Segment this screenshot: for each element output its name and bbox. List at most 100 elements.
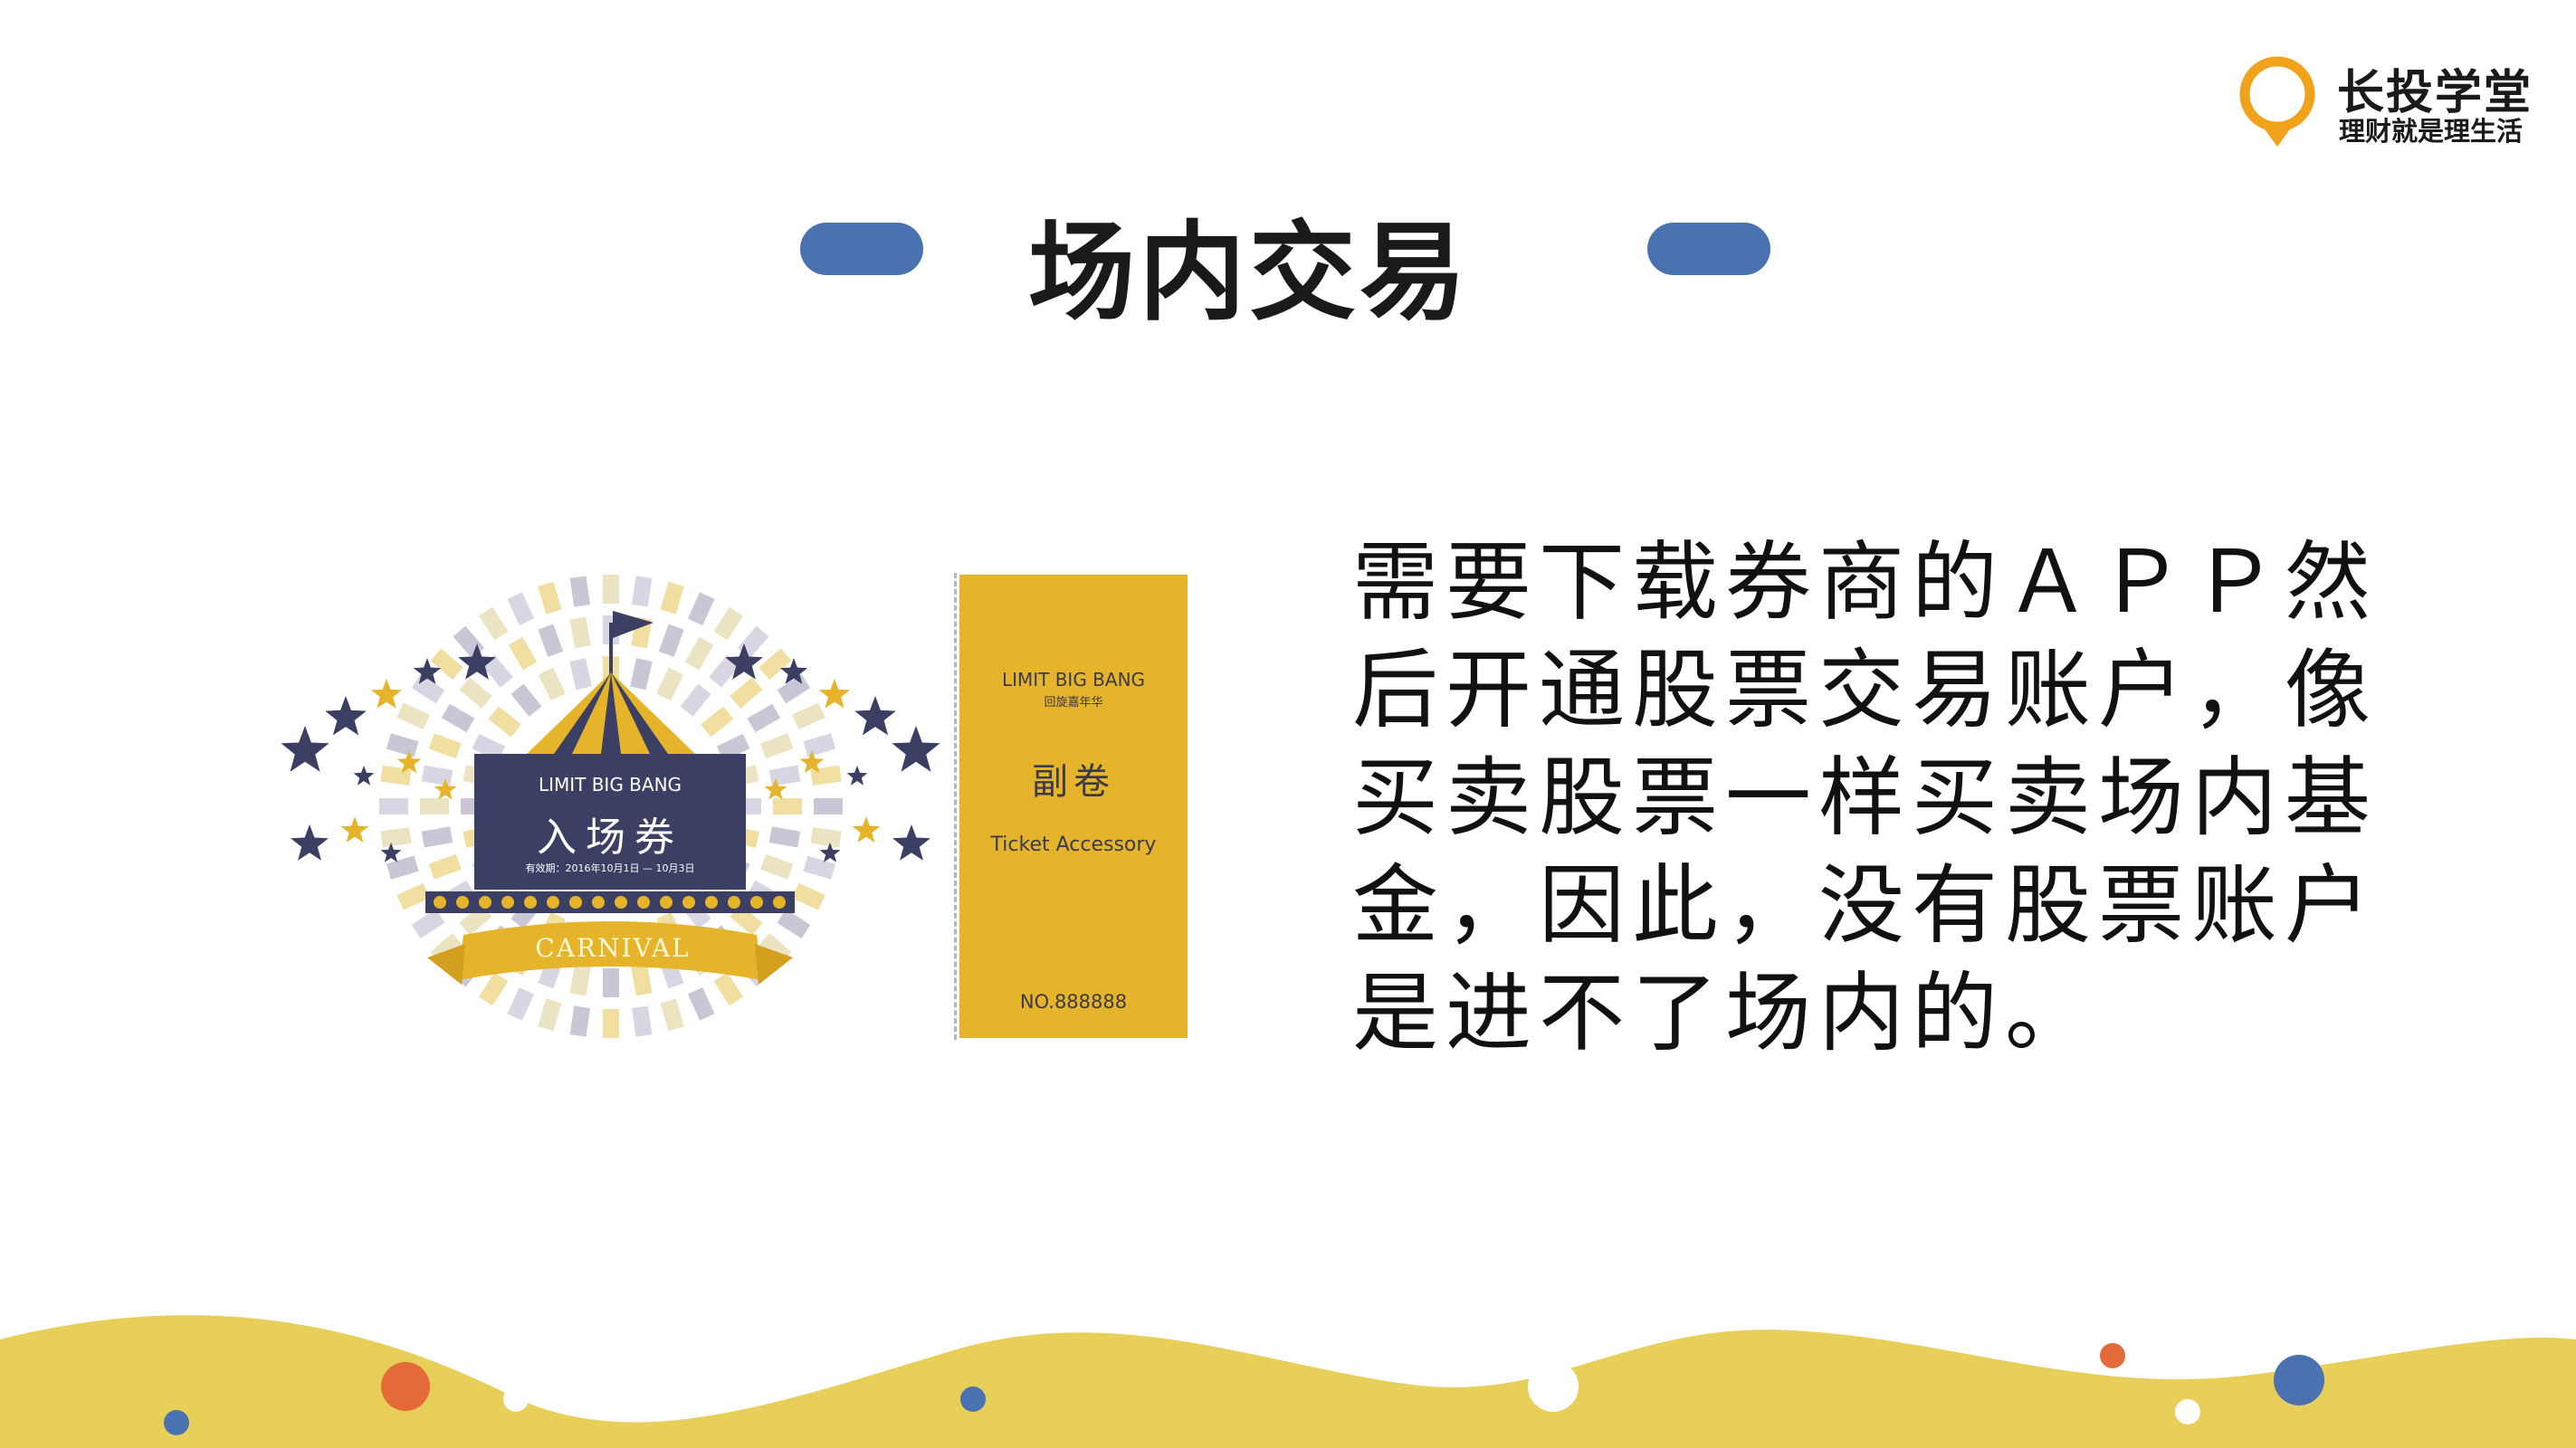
star-icon [892, 824, 930, 861]
marquee-light [705, 896, 718, 909]
sunburst-ray [507, 987, 535, 1021]
sunburst-ray [569, 964, 591, 996]
sunburst-ray [760, 853, 794, 880]
star-icon [892, 726, 940, 772]
sunburst-ray [603, 575, 619, 604]
sunburst-ray [396, 702, 430, 730]
sunburst-ray [538, 581, 562, 614]
star-icon [353, 766, 375, 786]
marquee-light [728, 896, 740, 909]
sunburst-ray [510, 683, 542, 717]
sunburst-ray [507, 592, 535, 625]
ticket-validity: 有效期：2016年10月1日 — 10月3日 [525, 862, 695, 874]
stub-brand: LIMIT BIG BANG [1001, 669, 1146, 691]
sunburst-ray [411, 909, 445, 938]
decor-dot [2100, 1343, 2125, 1368]
star-icon [818, 679, 851, 709]
star-icon [281, 726, 329, 772]
ticket-ribbon-text: CARNIVAL [535, 933, 691, 963]
sunburst-ray [488, 706, 521, 738]
sunburst-ray [680, 683, 711, 717]
marquee-light [479, 896, 491, 909]
star-icon [846, 766, 868, 786]
sunburst-ray [538, 998, 562, 1032]
brand-logo: 长投学堂 理财就是理生活 [2236, 51, 2534, 150]
sunburst-ray [479, 972, 509, 1006]
sunburst-ray [777, 674, 811, 704]
stub-brand-sub: 回旋嘉年华 [1044, 696, 1103, 710]
marquee-light [615, 896, 627, 909]
marquee-light [637, 896, 650, 909]
sunburst-ray [792, 702, 825, 730]
star-icon [340, 816, 369, 843]
decor-dot [164, 1410, 189, 1435]
sunburst-ray [508, 636, 538, 671]
sunburst-ray [538, 667, 566, 701]
sunburst-ray [631, 1005, 653, 1037]
decor-dot [503, 1386, 529, 1412]
sunburst-ray [386, 733, 419, 757]
sunburst-ray [777, 909, 811, 938]
ticket-brand: LIMIT BIG BANG [538, 774, 682, 795]
sunburst-ray [421, 826, 453, 848]
sunburst-ray [420, 798, 449, 814]
lightbulb-icon [2239, 56, 2315, 147]
sunburst-ray [569, 616, 591, 649]
bottom-wave-decoration [0, 1315, 2576, 1448]
sunburst-ray [569, 576, 591, 607]
sunburst-ray [441, 703, 475, 733]
sunburst-ray [758, 648, 792, 681]
sunburst-ray [569, 1005, 591, 1037]
sunburst-ray [658, 624, 684, 657]
marquee-light [592, 896, 605, 909]
sunburst-ray [768, 826, 801, 848]
sunburst-ray [430, 648, 463, 681]
sunburst-ray [538, 624, 564, 657]
sunburst-ray [630, 658, 653, 691]
sunburst-ray [747, 703, 781, 733]
decor-dot [960, 1386, 986, 1412]
marquee-light [547, 896, 559, 909]
star-icon [854, 696, 896, 736]
sunburst-ray [773, 798, 802, 814]
sunburst-ray [768, 765, 801, 786]
sunburst-ray [656, 667, 684, 701]
sunburst-ray [730, 677, 763, 709]
sunburst-ray [810, 826, 842, 848]
stub-subtitle: Ticket Accessory [990, 834, 1157, 856]
sunburst-ray [803, 733, 836, 757]
sunburst-ray [687, 592, 715, 625]
marquee-light [750, 896, 763, 909]
slide-body-text: 需要下载券商的ＡＰＰ然后开通股票交易账户，像买卖股票一样买卖场内基金，因此，没有… [1352, 533, 2379, 1063]
sunburst-ray [760, 733, 794, 759]
sunburst-ray [428, 733, 462, 759]
sunburst-ray [631, 576, 653, 607]
stub-title: 副卷 [1032, 761, 1115, 803]
star-icon [852, 816, 881, 843]
sunburst-ray [459, 677, 492, 709]
sunburst-ray [792, 882, 825, 910]
slide-title: 场内交易 [1027, 210, 1470, 335]
star-icon [291, 824, 329, 861]
marquee-light [501, 896, 514, 909]
marquee-light [456, 896, 469, 909]
ticket-title: 入场券 [537, 814, 683, 861]
sunburst-ray [569, 658, 592, 691]
sunburst-ray [380, 826, 412, 848]
sunburst-ray [603, 1009, 619, 1038]
decor-dot [1528, 1361, 1579, 1412]
sunburst-ray [687, 987, 715, 1021]
ticket-main-part: LIMIT BIG BANG 入场券 有效期：2016年10月1日 — 10月3… [255, 573, 952, 1040]
sunburst-ray [603, 968, 619, 997]
title-decoration-left [800, 223, 923, 275]
marquee-light [524, 896, 537, 909]
ticket-stub: LIMIT BIG BANG 回旋嘉年华 副卷 Ticket Accessory… [959, 575, 1188, 1038]
sunburst-ray [428, 853, 462, 880]
ticket-perforation [954, 573, 957, 1040]
sunburst-ray [396, 882, 430, 910]
ticket-illustration: LIMIT BIG BANG 入场券 有效期：2016年10月1日 — 10月3… [255, 573, 1188, 1040]
sunburst-ray [814, 798, 843, 814]
star-icon [370, 679, 403, 709]
marquee-light [773, 896, 786, 909]
sunburst-ray [631, 964, 653, 996]
